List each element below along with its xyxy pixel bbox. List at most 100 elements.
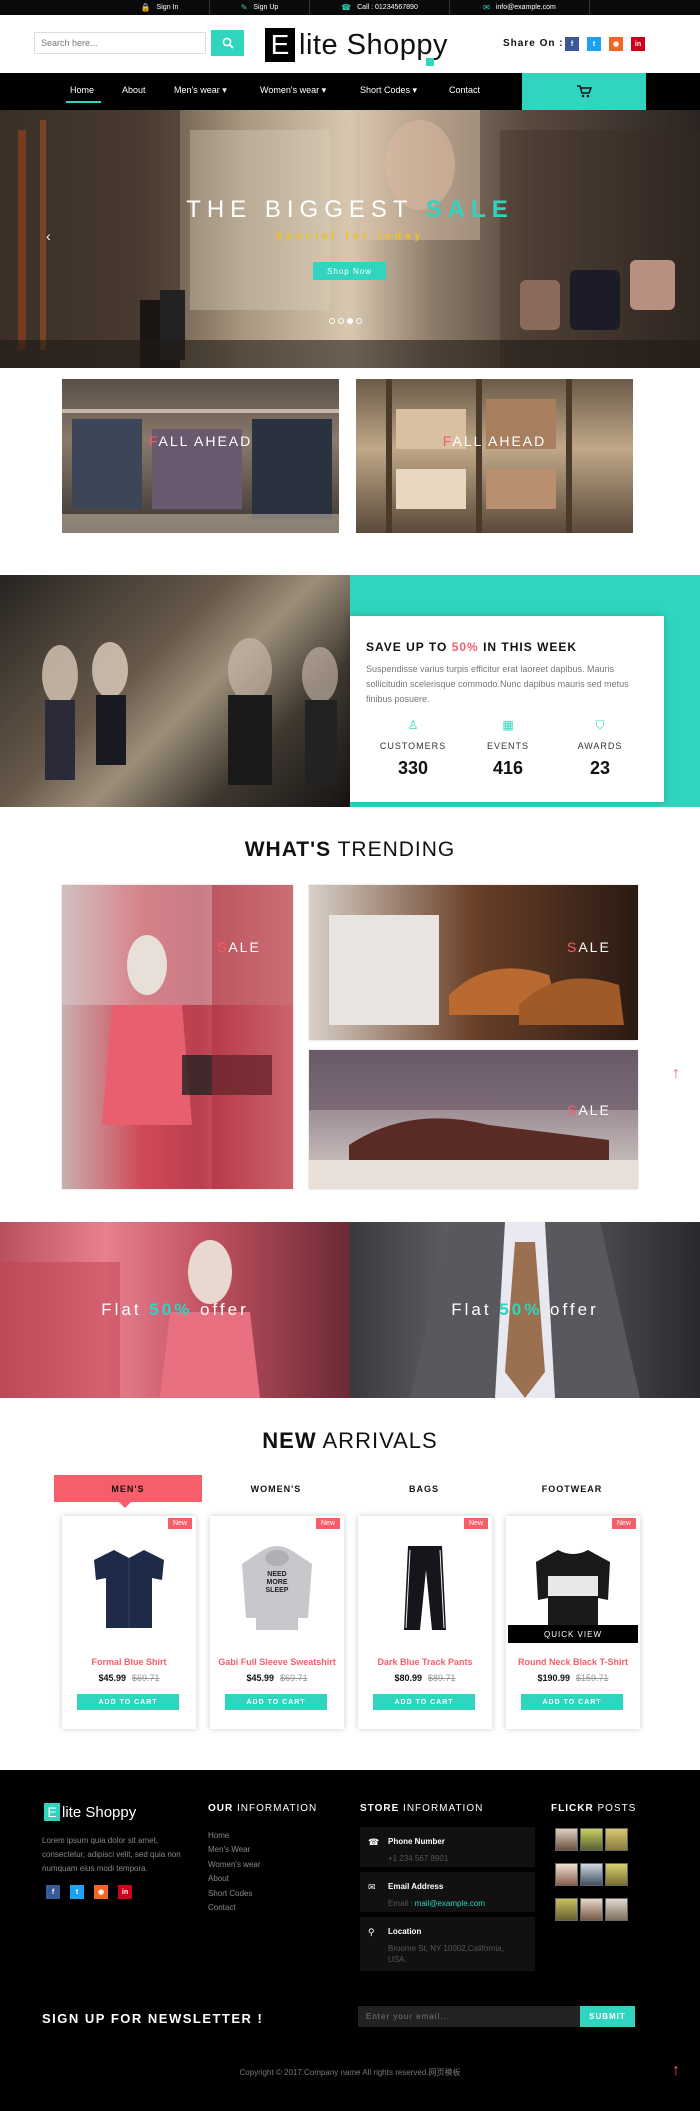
site-logo[interactable]: E lite Shoppy (265, 26, 448, 64)
facebook-icon[interactable]: f (46, 1885, 60, 1899)
phone-icon: ☎ (368, 1837, 380, 1847)
slider-dot[interactable] (329, 318, 335, 324)
flickr-posts-heading: FLICKR POSTS (551, 1803, 636, 1814)
sign-up-link[interactable]: ✎ Sign Up (210, 0, 310, 15)
nav-womens-wear[interactable]: Women's wear ▾ (260, 85, 326, 96)
slider-dot-active[interactable] (347, 318, 353, 324)
flickr-thumb[interactable] (555, 1863, 578, 1886)
tile-first-letter: S (217, 939, 229, 955)
flickr-thumb[interactable] (580, 1898, 603, 1921)
footer-link-about[interactable]: About (208, 1874, 229, 1883)
newsletter-submit-button[interactable]: SUBMIT (580, 2006, 635, 2027)
twitter-icon[interactable]: t (587, 37, 601, 51)
sign-in-link[interactable]: 🔒 Sign In (110, 0, 210, 15)
footer-link-contact[interactable]: Contact (208, 1903, 236, 1912)
product-name[interactable]: Gabi Full Sleeve Sweatshirt (210, 1657, 344, 1667)
tab-womens[interactable]: WOMEN'S (202, 1475, 350, 1502)
product-card[interactable]: New Dark Blue Track Pants $80.99 $89.71 A… (358, 1516, 492, 1729)
tile-label: SALE (567, 939, 611, 955)
slider-dot[interactable] (356, 318, 362, 324)
hero-title: THE BIGGEST SALE (0, 196, 700, 224)
trending-heading: WHAT'S TRENDING (0, 838, 700, 862)
footer-link-home[interactable]: Home (208, 1831, 229, 1840)
newsletter-email-input[interactable] (358, 2006, 580, 2027)
price-current: $45.99 (246, 1673, 274, 1683)
flickr-thumb[interactable] (580, 1863, 603, 1886)
stat-value: 23 (589, 758, 611, 778)
search-button[interactable] (211, 30, 244, 56)
facebook-icon[interactable]: f (565, 37, 579, 51)
track-pants-image (404, 1546, 446, 1630)
add-to-cart-button[interactable]: ADD TO CART (521, 1694, 623, 1710)
rss-icon[interactable]: ◉ (609, 37, 623, 51)
flickr-thumb[interactable] (605, 1863, 628, 1886)
arrivals-heading: NEW ARRIVALS (0, 1428, 700, 1454)
add-to-cart-button[interactable]: ADD TO CART (77, 1694, 179, 1710)
search-input[interactable] (34, 32, 206, 54)
flickr-thumb[interactable] (555, 1898, 578, 1921)
new-badge: New (611, 1518, 636, 1529)
footer-link-short-codes[interactable]: Short Codes (208, 1889, 252, 1898)
email-link[interactable]: ✉ info@example.com (450, 0, 590, 15)
trending-tile-1[interactable]: SALE (62, 885, 293, 1189)
offer-pct: 50% (499, 1300, 543, 1319)
new-badge: New (463, 1518, 488, 1529)
logo-text: lite Shoppy (299, 28, 448, 61)
product-name[interactable]: Formal Blue Shirt (62, 1657, 196, 1667)
blue-shirt-image (94, 1550, 164, 1628)
offer-banner-women[interactable]: Flat 50% offer (0, 1222, 350, 1398)
nav-contact[interactable]: Contact (449, 85, 480, 95)
trending-heading-rest: TRENDING (331, 838, 456, 861)
product-name[interactable]: Dark Blue Track Pants (358, 1657, 492, 1667)
footer-link-mens-wear[interactable]: Men's Wear (208, 1845, 250, 1854)
rss-icon[interactable]: ◉ (94, 1885, 108, 1899)
linkedin-icon[interactable]: in (118, 1885, 132, 1899)
tab-footwear[interactable]: FOOTWEAR (498, 1475, 646, 1502)
scroll-top-icon[interactable]: ↑ (672, 2062, 680, 2080)
flickr-thumb[interactable] (580, 1828, 603, 1851)
email-link[interactable]: mail@example.com (415, 1899, 485, 1908)
nav-about[interactable]: About (122, 85, 146, 95)
product-card[interactable]: New NEED MORE SLEEP Gabi Full Sleeve Swe… (210, 1516, 344, 1729)
logo-letter: E (265, 28, 295, 62)
nav-home[interactable]: Home (70, 85, 94, 95)
product-card[interactable]: New QUICK VIEW Round Neck Black T-Shirt … (506, 1516, 640, 1729)
tab-bags[interactable]: BAGS (350, 1475, 498, 1502)
footer-link-womens-wear[interactable]: Women's wear (208, 1860, 261, 1869)
quick-view-button[interactable]: QUICK VIEW (508, 1625, 638, 1643)
linkedin-icon[interactable]: in (631, 37, 645, 51)
footer-logo[interactable]: E lite Shoppy (44, 1803, 136, 1821)
nav-short-codes[interactable]: Short Codes ▾ (360, 85, 417, 96)
promo-text: FALL AHEAD (356, 433, 633, 449)
nav-mens-wear[interactable]: Men's wear ▾ (174, 85, 227, 96)
scroll-top-icon[interactable]: ↑ (672, 1065, 680, 1083)
cart-button[interactable] (522, 73, 646, 110)
add-to-cart-button[interactable]: ADD TO CART (225, 1694, 327, 1710)
nav-active-indicator (66, 101, 101, 103)
product-name[interactable]: Round Neck Black T-Shirt (506, 1657, 640, 1667)
promo-rest: ALL AHEAD (158, 433, 253, 449)
twitter-icon[interactable]: t (70, 1885, 84, 1899)
tab-mens[interactable]: MEN'S (54, 1475, 202, 1502)
flickr-thumb[interactable] (605, 1898, 628, 1921)
promo-banner-left[interactable]: FALL AHEAD (62, 379, 339, 533)
info-title: Location (388, 1927, 422, 1936)
flickr-thumb[interactable] (605, 1828, 628, 1851)
product-card[interactable]: New Formal Blue Shirt $45.99 $69.71 ADD T… (62, 1516, 196, 1729)
product-price: $80.99 $89.71 (358, 1673, 492, 1683)
promo-banner-right[interactable]: FALL AHEAD (356, 379, 633, 533)
promo-rest: ALL AHEAD (452, 433, 547, 449)
shoe-image (309, 1050, 638, 1189)
shop-now-button[interactable]: Shop Now (313, 262, 386, 280)
mannequin-image (62, 885, 293, 1189)
trending-tile-3[interactable]: SALE (309, 1050, 638, 1189)
footer (0, 1770, 700, 2111)
price-current: $45.99 (98, 1673, 126, 1683)
slider-dot[interactable] (338, 318, 344, 324)
trending-heading-bold: WHAT'S (244, 838, 332, 861)
flickr-thumb[interactable] (555, 1828, 578, 1851)
offer-pct: 50% (149, 1300, 193, 1319)
trending-tile-2[interactable]: SALE (309, 885, 638, 1040)
offer-banner-men[interactable]: Flat 50% offer (350, 1222, 700, 1398)
add-to-cart-button[interactable]: ADD TO CART (373, 1694, 475, 1710)
